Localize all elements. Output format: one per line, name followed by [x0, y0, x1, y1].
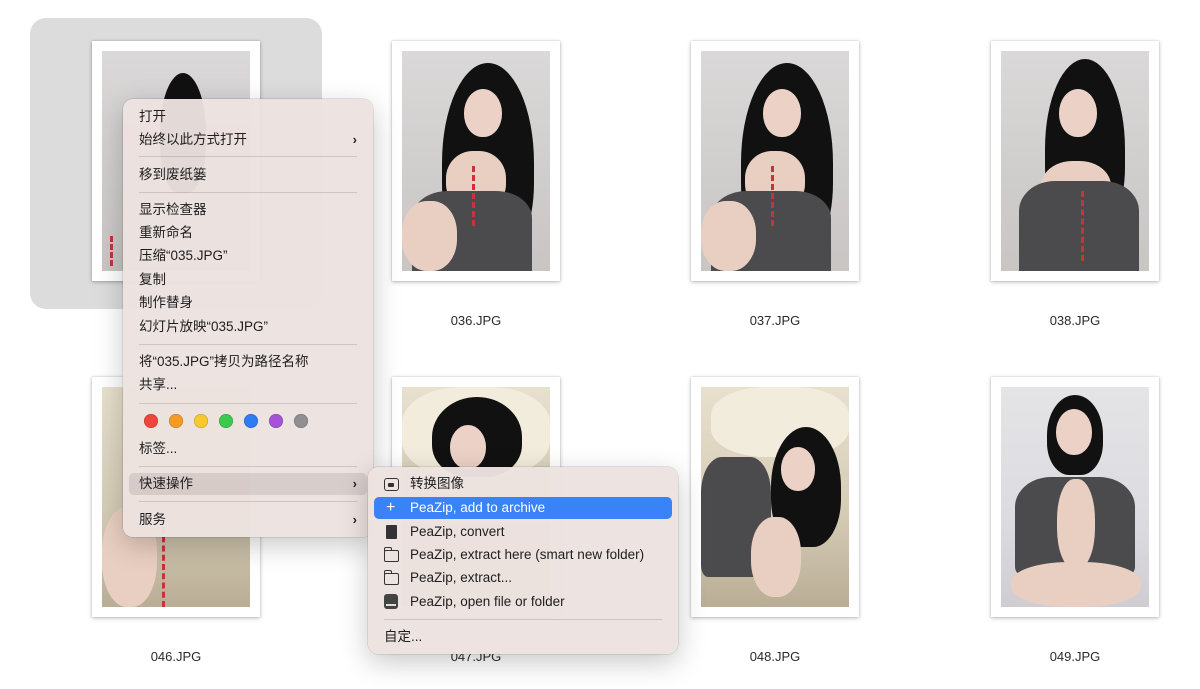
- image-icon: [384, 478, 399, 491]
- document-icon: [386, 525, 397, 539]
- menu-item-label: 移到废纸篓: [139, 167, 207, 182]
- submenu-item-label: PeaZip, extract...: [410, 570, 513, 585]
- tag-purple-dot[interactable]: [269, 414, 283, 428]
- file-name-036[interactable]: 036.JPG: [376, 313, 576, 328]
- context-menu: 打开 始终以此方式打开 › 移到废纸篓 显示检查器 重新命名 压缩“035.JPG…: [123, 99, 373, 537]
- chevron-right-icon: ›: [352, 476, 357, 491]
- submenu-item-peazip-add-to-archive[interactable]: + PeaZip, add to archive: [374, 497, 672, 519]
- thumbnail-037[interactable]: [691, 41, 859, 281]
- menu-item-move-to-trash[interactable]: 移到废纸篓: [129, 164, 367, 186]
- tag-green-dot[interactable]: [219, 414, 233, 428]
- menu-separator: [139, 192, 357, 193]
- menu-item-services[interactable]: 服务 ›: [129, 509, 367, 531]
- tag-grey-dot[interactable]: [294, 414, 308, 428]
- tag-red-dot[interactable]: [144, 414, 158, 428]
- tag-yellow-dot[interactable]: [194, 414, 208, 428]
- menu-separator: [139, 344, 357, 345]
- folder-icon: [384, 570, 399, 585]
- photo: [1001, 387, 1149, 607]
- menu-separator: [139, 466, 357, 467]
- submenu-item-label: PeaZip, convert: [410, 524, 505, 539]
- folder-icon: [384, 547, 399, 562]
- photo: [402, 51, 550, 271]
- submenu-item-peazip-open[interactable]: PeaZip, open file or folder: [374, 591, 672, 613]
- menu-item-label: 制作替身: [139, 295, 193, 310]
- thumbnail-049[interactable]: [991, 377, 1159, 617]
- thumbnail-038[interactable]: [991, 41, 1159, 281]
- menu-item-quick-actions[interactable]: 快速操作 ›: [129, 473, 367, 495]
- submenu-item-label: PeaZip, open file or folder: [410, 594, 565, 609]
- file-name-038[interactable]: 038.JPG: [975, 313, 1175, 328]
- submenu-item-peazip-extract[interactable]: PeaZip, extract...: [374, 567, 672, 589]
- menu-item-rename[interactable]: 重新命名: [129, 222, 367, 244]
- menu-separator: [384, 619, 662, 620]
- menu-item-label: 共享...: [139, 377, 178, 392]
- menu-item-copy-path[interactable]: 将“035.JPG”拷贝为路径名称: [129, 351, 367, 373]
- file-name-037[interactable]: 037.JPG: [675, 313, 875, 328]
- plus-icon: +: [386, 499, 396, 516]
- submenu-item-label: PeaZip, add to archive: [410, 500, 546, 515]
- menu-separator: [139, 501, 357, 502]
- menu-item-compress[interactable]: 压缩“035.JPG”: [129, 245, 367, 267]
- tag-orange-dot[interactable]: [169, 414, 183, 428]
- drive-icon: [384, 594, 398, 609]
- menu-item-always-open-with[interactable]: 始终以此方式打开 ›: [129, 129, 367, 151]
- quick-actions-submenu: 转换图像 + PeaZip, add to archive PeaZip, co…: [368, 467, 678, 654]
- menu-item-duplicate[interactable]: 复制: [129, 269, 367, 291]
- menu-item-label: 快速操作: [139, 476, 193, 491]
- submenu-item-peazip-extract-here[interactable]: PeaZip, extract here (smart new folder): [374, 544, 672, 566]
- menu-item-label: 压缩“035.JPG”: [139, 248, 228, 263]
- menu-item-label: 标签...: [139, 441, 178, 456]
- photo: [701, 51, 849, 271]
- menu-item-label: 打开: [139, 109, 166, 124]
- menu-item-open[interactable]: 打开: [129, 106, 367, 128]
- menu-item-slideshow[interactable]: 幻灯片放映“035.JPG”: [129, 316, 367, 338]
- menu-separator: [139, 156, 357, 157]
- menu-item-label: 显示检查器: [139, 202, 207, 217]
- menu-item-label: 重新命名: [139, 225, 193, 240]
- menu-item-label: 始终以此方式打开: [139, 132, 247, 147]
- menu-item-label: 幻灯片放映“035.JPG”: [139, 319, 269, 334]
- chevron-right-icon: ›: [352, 512, 357, 527]
- menu-item-show-inspector[interactable]: 显示检查器: [129, 199, 367, 221]
- menu-item-label: 复制: [139, 272, 166, 287]
- menu-item-tags[interactable]: 标签...: [129, 438, 367, 460]
- tag-blue-dot[interactable]: [244, 414, 258, 428]
- photo: [1001, 51, 1149, 271]
- submenu-item-customize[interactable]: 自定...: [374, 626, 672, 648]
- submenu-item-peazip-convert[interactable]: PeaZip, convert: [374, 521, 672, 543]
- menu-item-share[interactable]: 共享...: [129, 374, 367, 396]
- submenu-item-label: 自定...: [384, 629, 423, 644]
- submenu-item-convert-image[interactable]: 转换图像: [374, 473, 672, 495]
- thumbnail-048[interactable]: [691, 377, 859, 617]
- submenu-item-label: PeaZip, extract here (smart new folder): [410, 547, 645, 562]
- menu-separator: [139, 403, 357, 404]
- thumbnail-036[interactable]: [392, 41, 560, 281]
- submenu-item-label: 转换图像: [410, 476, 464, 491]
- file-name-046[interactable]: 046.JPG: [76, 649, 276, 664]
- menu-item-make-alias[interactable]: 制作替身: [129, 292, 367, 314]
- file-name-049[interactable]: 049.JPG: [975, 649, 1175, 664]
- chevron-right-icon: ›: [352, 132, 357, 147]
- file-name-048[interactable]: 048.JPG: [675, 649, 875, 664]
- menu-item-label: 将“035.JPG”拷贝为路径名称: [139, 354, 309, 369]
- menu-item-label: 服务: [139, 512, 166, 527]
- photo: [701, 387, 849, 607]
